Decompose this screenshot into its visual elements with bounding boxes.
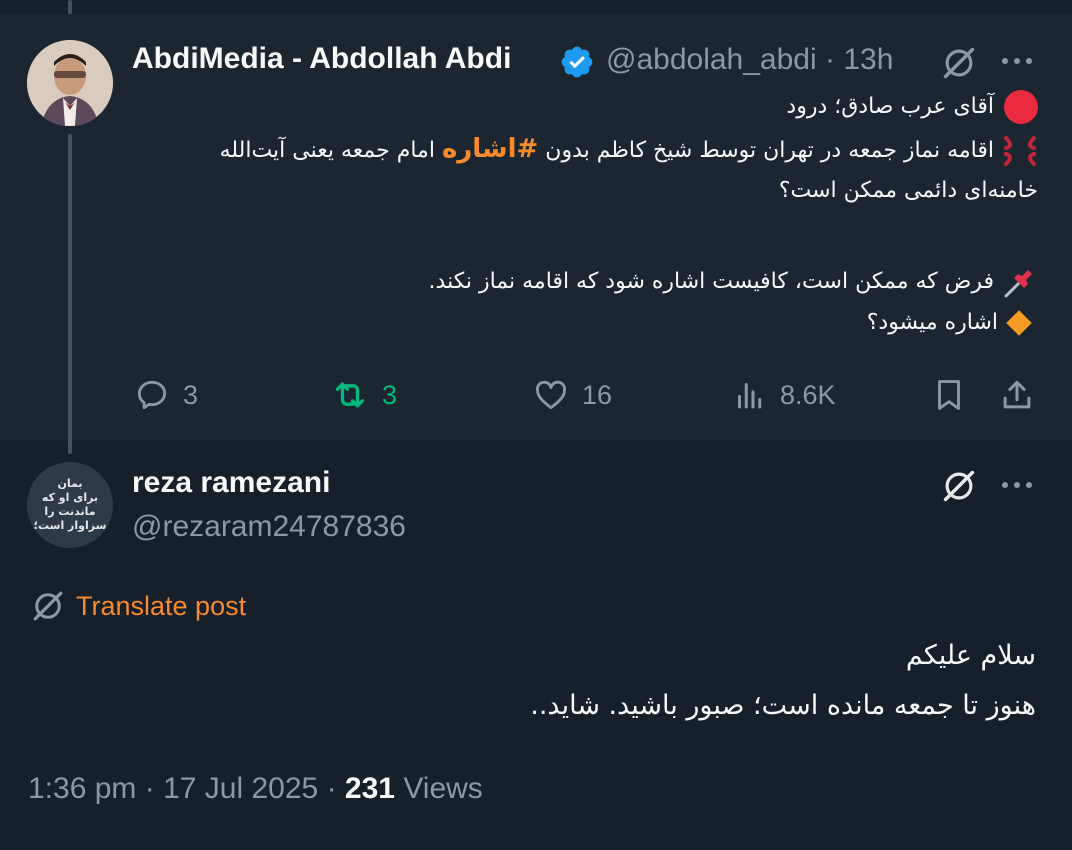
post-line-5-text: اشاره میشود؟ [866, 310, 998, 335]
grok-icon[interactable] [940, 44, 978, 82]
reply-views-count: 231 [344, 772, 395, 805]
repost-count: 3 [382, 379, 398, 410]
hashtag-link[interactable]: #اشاره [442, 134, 538, 164]
reply-author-avatar[interactable]: بمان برای او که ماندنت را سزاوار است؛ [27, 462, 113, 548]
like-count: 16 [582, 379, 613, 410]
reply-line-1: سلام علیکم [905, 640, 1036, 671]
repost-icon [335, 382, 365, 408]
post-line-5: اشاره میشود؟ [866, 310, 1038, 336]
share-icon [1003, 380, 1031, 409]
author-handle[interactable]: @abdolah_abdi [606, 43, 817, 76]
reply-author-handle[interactable]: @rezaram24787836 [132, 510, 406, 544]
post-line-1-text: آقای عرب صادق؛ درود [786, 94, 994, 119]
orange-diamond-icon [1006, 310, 1032, 336]
post-line-3: خامنه‌ای دائمی ممکن است؟ [778, 178, 1038, 203]
meta-separator-1: · [144, 772, 155, 805]
reply-date[interactable]: 17 Jul 2025 [163, 772, 318, 805]
post-line-2-text: اقامه نماز جمعه در تهران توسط شیخ کاظم ب… [538, 138, 994, 163]
reply-line-2: هنوز تا جمعه مانده است؛ صبور باشید. شاید… [530, 690, 1036, 721]
reply-grok-icon[interactable] [940, 467, 978, 505]
views-count: 8.6K [780, 379, 836, 410]
post-line-1: آقای عرب صادق؛ درود [786, 90, 1038, 124]
bookmark-button[interactable] [930, 372, 968, 418]
pushpin-icon [1004, 270, 1032, 298]
like-button[interactable]: 16 [532, 372, 612, 418]
share-button[interactable] [998, 372, 1036, 418]
reply-meta: 1:36 pm · 17 Jul 2025 · 231 Views [28, 772, 483, 806]
reply-count: 3 [183, 379, 199, 410]
avatar-text: بمان برای او که ماندنت را سزاوار است؛ [33, 477, 107, 532]
post-line-2-text-end: امام جمعه یعنی آیت‌الله [219, 138, 442, 163]
post-line-2: اقامه نماز جمعه در تهران توسط شیخ کاظم ب… [220, 134, 1038, 168]
analytics-icon [738, 383, 762, 409]
repost-button[interactable]: 3 [330, 372, 397, 418]
reply-author-name[interactable]: reza ramezani [132, 466, 330, 500]
author-name[interactable]: AbdiMedia - Abdollah Abdi [132, 42, 511, 76]
reply-time[interactable]: 1:36 pm [28, 772, 136, 805]
action-bar: 3 3 16 8.6K [0, 372, 1072, 422]
translate-icon [33, 591, 63, 621]
heart-icon [535, 380, 567, 410]
reply-views-label: Views [403, 772, 483, 805]
header-separator: · [824, 43, 835, 76]
reply-button[interactable]: 3 [133, 372, 198, 418]
post-line-4: فرض که ممکن است، کافیست اشاره شود که اقا… [429, 264, 1038, 300]
translate-post-link[interactable]: Translate post [30, 588, 246, 624]
author-avatar[interactable] [27, 40, 113, 126]
bookmark-icon [938, 380, 960, 410]
avatar-photo-icon [27, 40, 113, 126]
more-options-icon[interactable] [1000, 56, 1034, 66]
verified-badge-icon[interactable] [559, 44, 595, 80]
translate-label[interactable]: Translate post [76, 591, 246, 622]
post-time[interactable]: 13h [843, 43, 893, 76]
anger-symbol-icon [1004, 136, 1036, 166]
meta-separator-2: · [326, 772, 337, 805]
views-button[interactable]: 8.6K [732, 372, 836, 418]
reply-more-options-icon[interactable] [1000, 480, 1034, 490]
red-circle-icon [1004, 90, 1038, 124]
reply-icon [137, 380, 167, 410]
post-line-4-text: فرض که ممکن است، کافیست اشاره شود که اقا… [428, 269, 994, 294]
